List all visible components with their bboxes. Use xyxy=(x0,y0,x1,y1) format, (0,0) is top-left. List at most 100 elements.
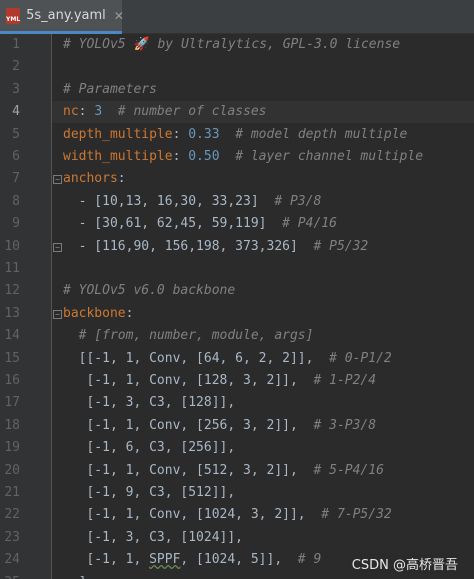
code-token: anchors xyxy=(63,171,118,187)
code-line[interactable]: width_multiple: 0.50 # layer channel mul… xyxy=(63,146,423,168)
code-token: 🚀 xyxy=(133,37,150,52)
tab-5s-any-yaml[interactable]: YML 5s_any.yaml ✕ xyxy=(0,0,124,34)
code-line[interactable]: - [30,61, 62,45, 59,119] # P4/16 xyxy=(63,213,337,235)
code-token: [-1, 3, C3, [128]], xyxy=(63,395,236,411)
code-token: 0.33 xyxy=(188,126,220,142)
line-number: 5 xyxy=(12,126,20,142)
code-token: - [30,61, 62,45, 59,119] xyxy=(63,216,267,232)
code-token: [-1, 6, C3, [256]], xyxy=(63,440,236,456)
fold-marker-icon[interactable]: − xyxy=(53,309,62,319)
line-number: 11 xyxy=(4,261,20,276)
code-token: # 5-P4/16 xyxy=(297,462,384,478)
line-number: 2 xyxy=(12,59,20,75)
code-line[interactable]: # Parameters xyxy=(63,79,157,101)
line-number: 8 xyxy=(12,193,20,209)
code-line[interactable]: [-1, 3, C3, [128]], xyxy=(63,392,235,414)
code-token: , [1024, 5]], xyxy=(180,552,283,568)
tab-label: 5s_any.yaml xyxy=(26,8,106,23)
line-number: 19 xyxy=(4,440,20,456)
line-number: 17 xyxy=(4,395,20,411)
code-line[interactable]: # YOLOv5 v6.0 backbone xyxy=(63,280,235,302)
code-area[interactable]: # YOLOv5 🚀 by Ultralytics, GPL-3.0 licen… xyxy=(63,34,474,579)
code-token: # P4/16 xyxy=(266,216,337,232)
line-number-gutter[interactable]: 1234567891011121314151617181920212223242… xyxy=(0,34,52,579)
code-line[interactable]: [-1, 1, Conv, [1024, 3, 2]], # 7-P5/32 xyxy=(63,504,392,526)
code-token: # 7-P5/32 xyxy=(305,507,392,523)
close-icon[interactable]: ✕ xyxy=(114,9,124,23)
code-token: # number of classes xyxy=(102,104,267,120)
code-line[interactable]: - [10,13, 16,30, 33,23] # P3/8 xyxy=(63,191,322,213)
code-line[interactable]: [-1, 6, C3, [256]], xyxy=(63,437,235,459)
code-line[interactable]: backbone: xyxy=(63,303,133,325)
code-line[interactable]: [-1, 1, Conv, [128, 3, 2]], # 1-P2/4 xyxy=(63,370,376,392)
watermark: CSDN @高桥晋吾 xyxy=(349,554,460,573)
code-token: # 1-P2/4 xyxy=(297,373,377,388)
code-token: depth_multiple xyxy=(63,126,173,142)
line-number: 16 xyxy=(4,373,20,388)
code-token: SPPF xyxy=(149,552,181,568)
code-token: # Parameters xyxy=(63,81,157,97)
line-number: 13 xyxy=(4,305,20,321)
code-line[interactable]: depth_multiple: 0.33 # model depth multi… xyxy=(63,124,407,146)
code-token: # P3/8 xyxy=(258,193,322,209)
line-number: 10 xyxy=(4,238,20,254)
code-token: nc xyxy=(63,104,79,120)
line-number: 12 xyxy=(4,283,20,299)
code-line[interactable]: anchors: xyxy=(63,168,126,190)
editor-tab-bar: YML 5s_any.yaml ✕ xyxy=(0,0,474,34)
fold-marker-icon[interactable]: − xyxy=(53,242,62,252)
line-number: 1 xyxy=(12,37,20,52)
code-line[interactable]: - [116,90, 156,198, 373,326] # P5/32 xyxy=(63,236,369,258)
line-number: 15 xyxy=(4,350,20,366)
code-token: 3 xyxy=(94,104,103,120)
line-number: 4 xyxy=(12,104,20,120)
code-token: [-1, 3, C3, [1024]], xyxy=(63,529,244,545)
line-number: 24 xyxy=(4,552,20,568)
code-token: - [10,13, 16,30, 33,23] xyxy=(63,193,259,209)
code-line[interactable]: [-1, 9, C3, [512]], xyxy=(63,482,235,504)
line-number: 9 xyxy=(12,216,20,232)
code-token: [-1, 1, Conv, [512, 3, 2]], xyxy=(63,462,298,478)
code-token: : xyxy=(125,305,134,321)
line-number: 21 xyxy=(4,485,20,500)
code-token: 0.50 xyxy=(188,149,220,164)
line-number: 14 xyxy=(4,328,20,344)
code-token: : xyxy=(117,171,126,187)
code-token: : xyxy=(78,104,95,120)
code-token: # 0-P1/2 xyxy=(313,350,392,366)
code-token: by Ultralytics, GPL-3.0 license xyxy=(149,37,401,52)
code-token: [-1, 9, C3, [512]], xyxy=(63,485,236,500)
code-token: : xyxy=(172,126,189,142)
code-line[interactable]: [-1, 3, C3, [1024]], xyxy=(63,527,243,549)
code-token: [[-1, 1, Conv, [64, 6, 2, 2]], xyxy=(63,350,314,366)
code-token: [-1, 1, Conv, [1024, 3, 2]], xyxy=(63,507,306,523)
code-editor-window: YML 5s_any.yaml ✕ 1 2 3 4 5 6 7 8 9 10 11 12 13 14 15 1… xyxy=(0,0,474,579)
code-line[interactable]: [-1, 1, Conv, [256, 3, 2]], # 3-P3/8 xyxy=(63,415,376,437)
code-line[interactable]: # [from, number, module, args] xyxy=(63,325,314,347)
code-token: backbone xyxy=(63,305,126,321)
code-token: [-1, 1, Conv, [256, 3, 2]], xyxy=(63,417,298,433)
code-token: # YOLOv5 v6.0 backbone xyxy=(63,283,236,299)
code-line[interactable]: [-1, 1, SPPF, [1024, 5]], # 9 xyxy=(63,549,321,571)
line-number: 22 xyxy=(4,507,20,523)
code-token: - [116,90, 156,198, 373,326] xyxy=(63,238,298,254)
code-token: ] xyxy=(63,575,87,579)
line-number: 7 xyxy=(12,171,20,187)
code-token: # 9 xyxy=(282,552,322,568)
code-line[interactable]: ] xyxy=(63,572,87,579)
code-token: # [from, number, module, args] xyxy=(63,328,314,344)
code-token: : xyxy=(172,149,189,164)
line-number: 18 xyxy=(4,417,20,433)
line-number: 20 xyxy=(4,462,20,478)
code-token: # 3-P3/8 xyxy=(297,417,377,433)
fold-marker-icon[interactable]: − xyxy=(53,175,62,185)
code-token: # P5/32 xyxy=(297,238,369,254)
code-line[interactable]: [[-1, 1, Conv, [64, 6, 2, 2]], # 0-P1/2 xyxy=(63,348,392,370)
code-token: width_multiple xyxy=(63,149,173,164)
code-line[interactable]: [-1, 1, Conv, [512, 3, 2]], # 5-P4/16 xyxy=(63,460,384,482)
line-number: 3 xyxy=(12,81,20,97)
code-token: # YOLOv5 xyxy=(63,37,134,52)
code-token: # layer channel multiple xyxy=(219,149,424,164)
code-line[interactable]: nc: 3 # number of classes xyxy=(63,101,267,123)
code-line[interactable]: # YOLOv5 🚀 by Ultralytics, GPL-3.0 licen… xyxy=(63,34,400,56)
